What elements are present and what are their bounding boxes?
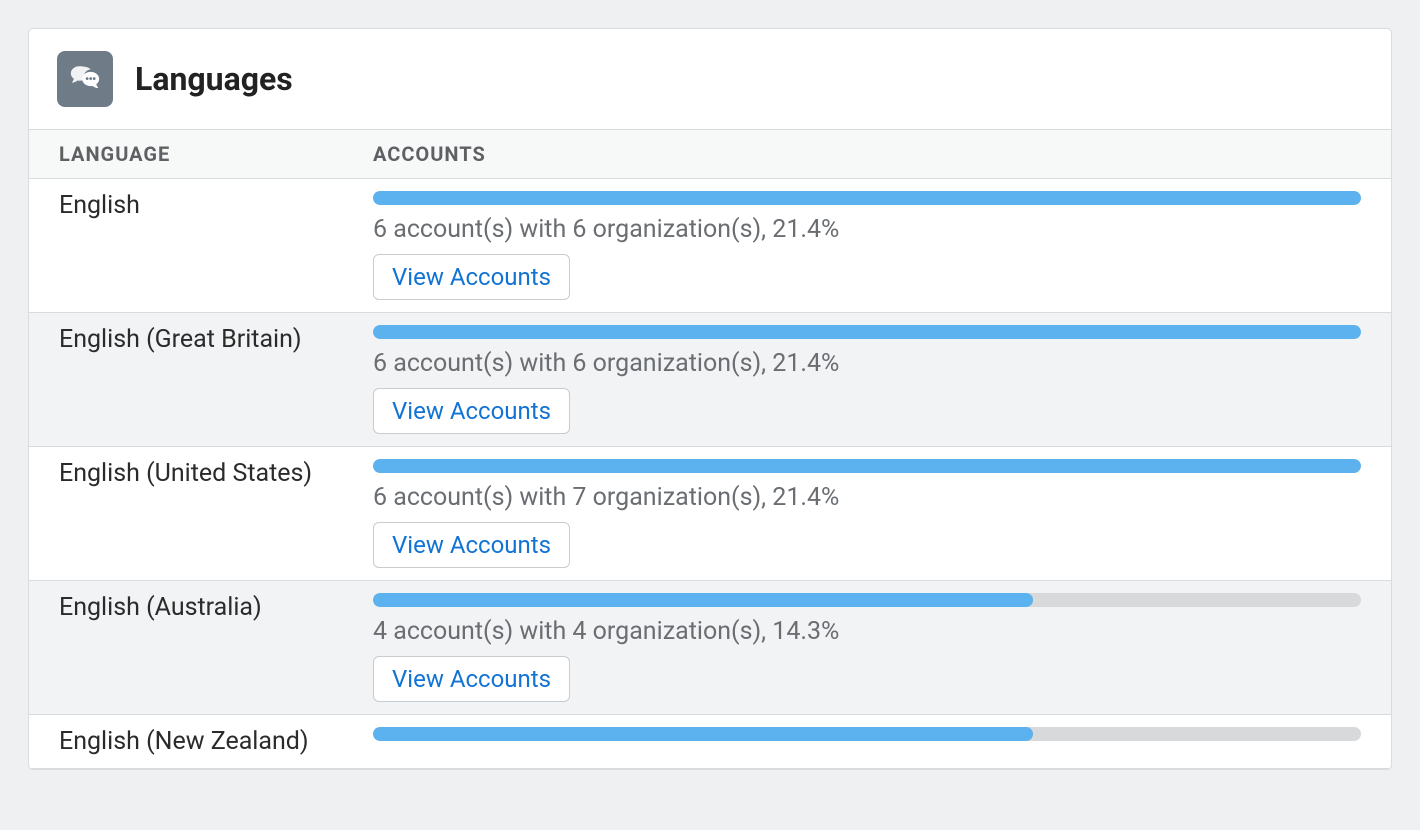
table-row: English (United States)6 account(s) with… [29, 447, 1391, 581]
chat-bubbles-icon [57, 51, 113, 107]
view-accounts-button[interactable]: View Accounts [373, 254, 570, 300]
accounts-summary: 6 account(s) with 7 organization(s), 21.… [373, 483, 1361, 512]
view-accounts-button[interactable]: View Accounts [373, 656, 570, 702]
table-row: English (New Zealand) [29, 715, 1391, 769]
panel-header: Languages [29, 29, 1391, 129]
language-name: English (Great Britain) [29, 323, 373, 434]
accounts-summary: 6 account(s) with 6 organization(s), 21.… [373, 349, 1361, 378]
column-header-language: LANGUAGE [29, 142, 373, 166]
language-name: English [29, 189, 373, 300]
column-header-accounts: ACCOUNTS [373, 142, 1391, 166]
view-accounts-button[interactable]: View Accounts [373, 522, 570, 568]
language-name: English (United States) [29, 457, 373, 568]
table-row: English (Great Britain)6 account(s) with… [29, 313, 1391, 447]
table-row: English (Australia)4 account(s) with 4 o… [29, 581, 1391, 715]
languages-panel: Languages LANGUAGE ACCOUNTS English6 acc… [28, 28, 1392, 770]
accounts-summary: 6 account(s) with 6 organization(s), 21.… [373, 215, 1361, 244]
table-header-row: LANGUAGE ACCOUNTS [29, 129, 1391, 179]
accounts-cell [373, 725, 1391, 756]
accounts-cell: 4 account(s) with 4 organization(s), 14.… [373, 591, 1391, 702]
progress-bar [373, 593, 1361, 607]
progress-bar [373, 191, 1361, 205]
language-name: English (New Zealand) [29, 725, 373, 756]
panel-title: Languages [135, 60, 293, 98]
view-accounts-button[interactable]: View Accounts [373, 388, 570, 434]
accounts-cell: 6 account(s) with 6 organization(s), 21.… [373, 189, 1391, 300]
accounts-summary: 4 account(s) with 4 organization(s), 14.… [373, 617, 1361, 646]
language-name: English (Australia) [29, 591, 373, 702]
table-body: English6 account(s) with 6 organization(… [29, 179, 1391, 769]
progress-bar [373, 325, 1361, 339]
progress-bar [373, 727, 1361, 741]
progress-bar-fill [373, 727, 1033, 741]
progress-bar-fill [373, 191, 1361, 205]
progress-bar-fill [373, 325, 1361, 339]
accounts-cell: 6 account(s) with 7 organization(s), 21.… [373, 457, 1391, 568]
progress-bar-fill [373, 459, 1361, 473]
table-row: English6 account(s) with 6 organization(… [29, 179, 1391, 313]
accounts-cell: 6 account(s) with 6 organization(s), 21.… [373, 323, 1391, 434]
progress-bar-fill [373, 593, 1033, 607]
progress-bar [373, 459, 1361, 473]
